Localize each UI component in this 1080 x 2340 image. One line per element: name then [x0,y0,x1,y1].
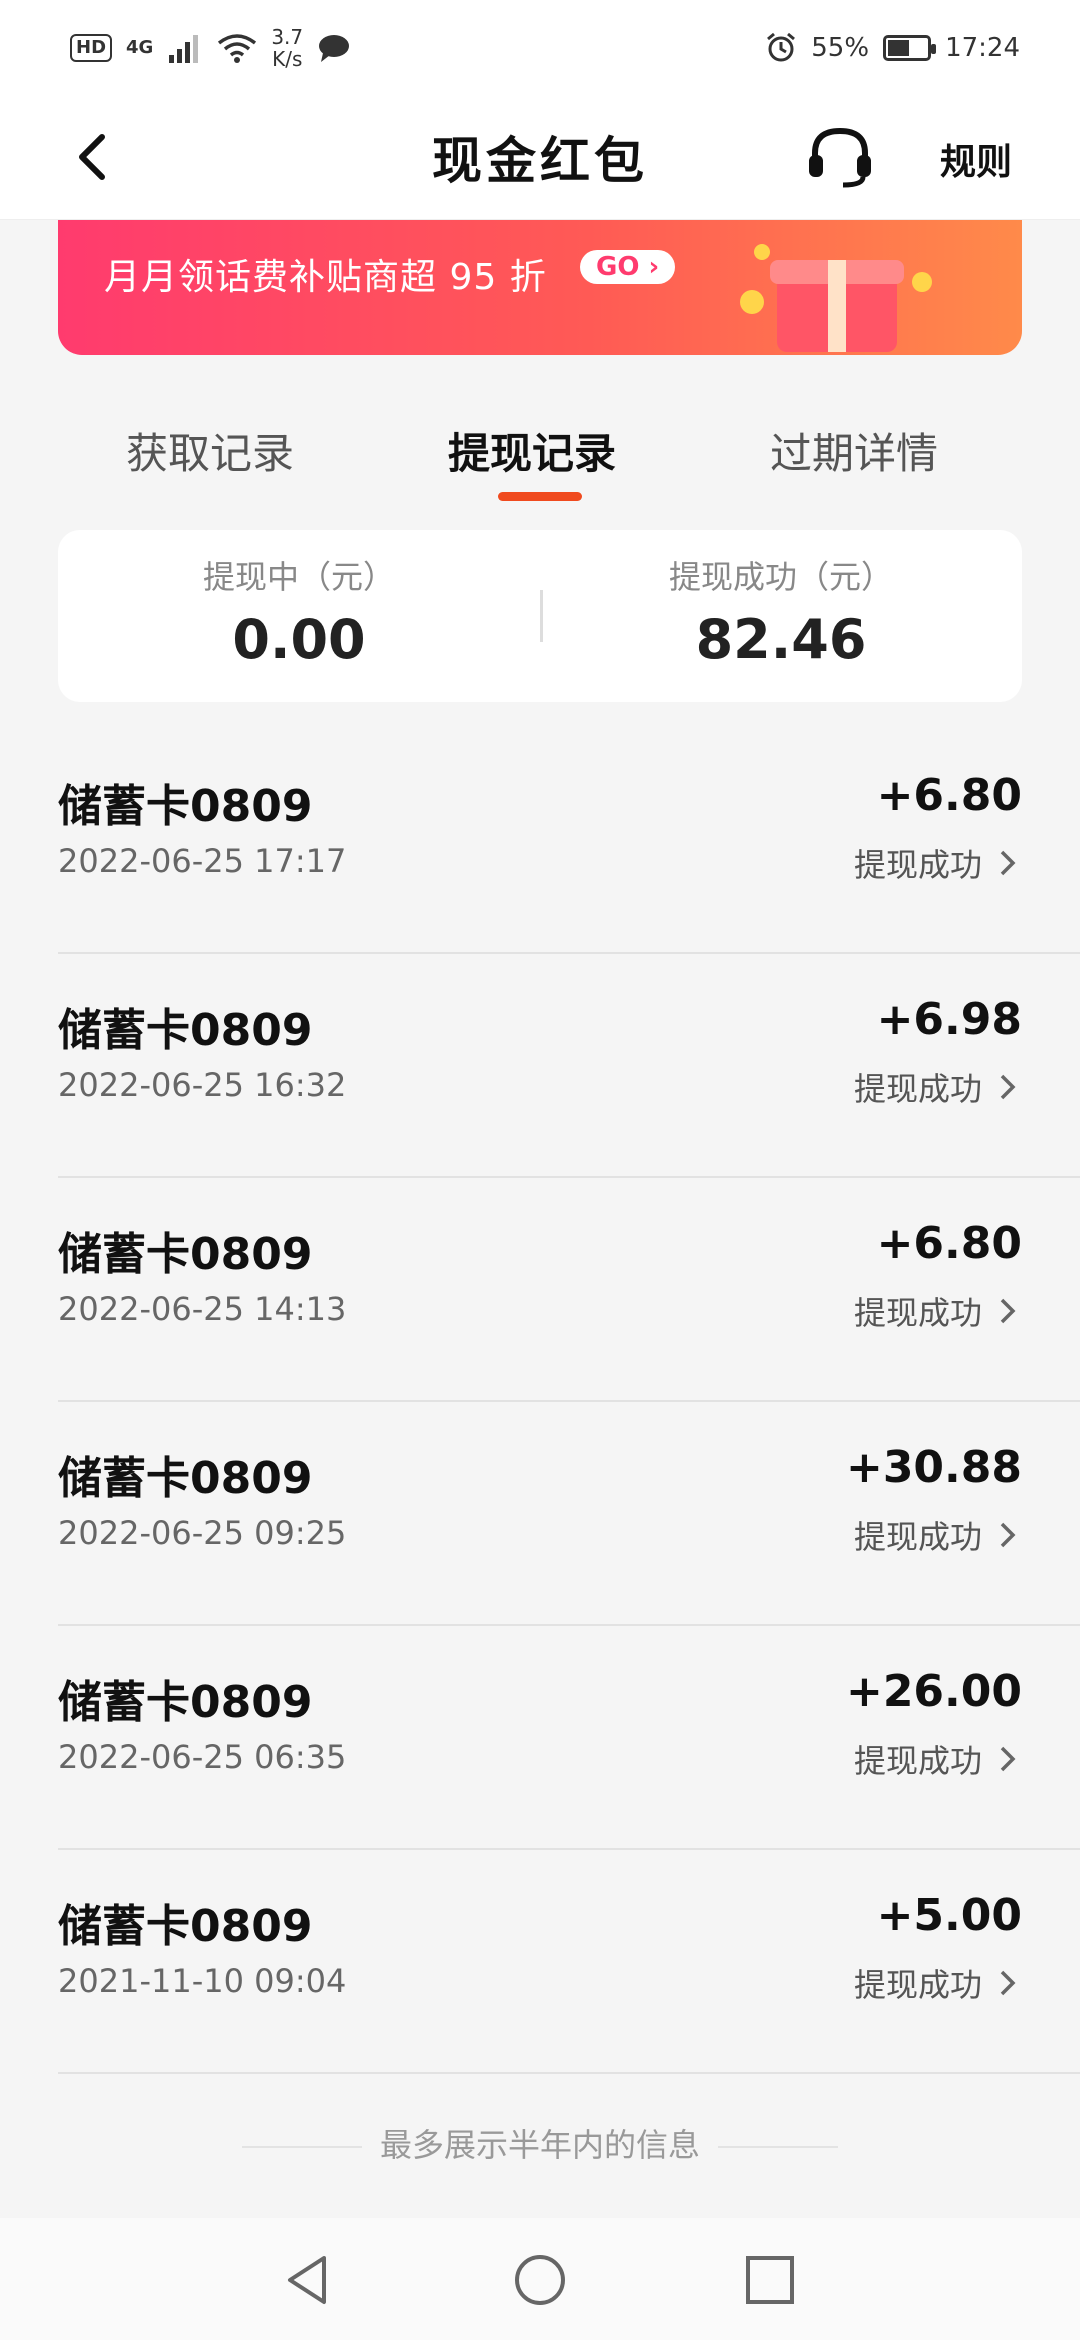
record-amount: +6.80 [876,1218,1022,1269]
net-speed-unit: K/s [272,46,303,71]
footer-divider-right [718,2146,838,2148]
tab-expired-details[interactable]: 过期详情 [770,420,938,481]
record-title: 储蓄卡0809 [58,781,313,832]
wifi-icon [218,33,257,63]
withdraw-record-list: 储蓄卡0809 2022-06-25 17:17 +6.80 提现成功 储蓄卡0… [58,730,1080,2074]
tab-earn-records[interactable]: 获取记录 [126,420,294,481]
alarm-icon [767,32,796,61]
nav-recents-icon[interactable] [742,2252,798,2308]
record-row[interactable]: 储蓄卡0809 2022-06-25 14:13 +6.80 提现成功 [58,1178,1080,1402]
chevron-right-icon [1000,1970,1016,1996]
record-amount: +6.98 [876,994,1022,1045]
record-status: 提现成功 [853,1742,982,1780]
system-nav-bar [0,2218,1080,2340]
signal-icon [169,34,199,63]
customer-service-icon[interactable] [805,125,875,189]
pending-label: 提现中（元） [202,558,395,596]
record-title: 储蓄卡0809 [58,1901,313,1952]
record-datetime: 2022-06-25 09:25 [58,1514,347,1552]
promo-banner[interactable]: 月月领话费补贴商超 95 折 GO › [58,220,1022,355]
record-amount: +30.88 [845,1442,1022,1493]
success-label: 提现成功（元） [668,558,893,596]
record-datetime: 2022-06-25 06:35 [58,1738,347,1776]
net-speed-value: 3.7 [271,24,304,49]
active-tab-indicator [498,492,582,501]
footer-divider-left [241,2146,362,2148]
back-icon[interactable] [70,133,118,181]
record-status: 提现成功 [853,1518,982,1556]
page-title: 现金红包 [432,131,648,190]
record-datetime: 2022-06-25 14:13 [58,1290,347,1328]
battery-percent: 55% [811,32,870,63]
record-datetime: 2022-06-25 16:32 [58,1066,347,1104]
record-status: 提现成功 [853,1070,982,1108]
hd-badge: HD [70,33,113,62]
record-status: 提现成功 [853,1966,982,2004]
chevron-right-icon [1000,1522,1016,1548]
chevron-right-icon [1000,1074,1016,1100]
clock: 17:24 [945,32,1020,63]
record-title: 储蓄卡0809 [58,1677,313,1728]
record-row[interactable]: 储蓄卡0809 2021-11-10 09:04 +5.00 提现成功 [58,1850,1080,2074]
record-title: 储蓄卡0809 [58,1453,313,1504]
record-datetime: 2022-06-25 17:17 [58,842,347,880]
chevron-right-icon [1000,1298,1016,1324]
record-status: 提现成功 [853,1294,982,1332]
banner-go-button[interactable]: GO › [580,250,676,284]
record-amount: +5.00 [876,1890,1022,1941]
status-right: 55% 17:24 [765,32,1020,64]
pending-summary: 提现中（元） 0.00 [58,552,540,671]
nav-back-icon[interactable] [280,2252,336,2308]
go-label: GO [596,252,640,282]
nav-home-icon[interactable] [512,2252,568,2308]
record-amount: +26.00 [845,1666,1022,1717]
chevron-right-icon [1000,1746,1016,1772]
pending-value: 0.00 [232,608,366,671]
battery-icon [883,34,937,61]
success-summary: 提现成功（元） 82.46 [540,552,1022,671]
banner-text: 月月领话费补贴商超 95 折 [104,257,547,298]
record-status: 提现成功 [853,846,982,884]
tab-bar: 获取记录 提现记录 过期详情 [58,400,1022,510]
record-row[interactable]: 储蓄卡0809 2022-06-25 17:17 +6.80 提现成功 [58,730,1080,954]
network-label: 4G [126,37,154,58]
record-title: 储蓄卡0809 [58,1229,313,1280]
withdraw-summary-card: 提现中（元） 0.00 提现成功（元） 82.46 [58,530,1022,702]
record-title: 储蓄卡0809 [58,1005,313,1056]
rules-link[interactable]: 规则 [940,133,1012,185]
list-footer: 最多展示半年内的信息 [0,2120,1080,2166]
tab-withdraw-records[interactable]: 提现记录 [448,420,616,481]
status-bar: HD 4G 3.7 K/s 55% 17:24 [0,0,1080,95]
record-row[interactable]: 储蓄卡0809 2022-06-25 09:25 +30.88 提现成功 [58,1402,1080,1626]
footer-note: 最多展示半年内的信息 [379,2126,700,2164]
record-datetime: 2021-11-10 09:04 [58,1962,347,2000]
record-row[interactable]: 储蓄卡0809 2022-06-25 16:32 +6.98 提现成功 [58,954,1080,1178]
success-value: 82.46 [695,608,867,671]
gift-box-icon [740,244,932,352]
nav-bar: 现金红包 规则 [0,95,1080,220]
net-speed: 3.7 K/s [271,26,303,70]
message-icon [319,34,350,62]
status-left: HD 4G 3.7 K/s [70,26,351,70]
record-row[interactable]: 储蓄卡0809 2022-06-25 06:35 +26.00 提现成功 [58,1626,1080,1850]
record-amount: +6.80 [876,770,1022,821]
chevron-right-icon [1000,850,1016,876]
